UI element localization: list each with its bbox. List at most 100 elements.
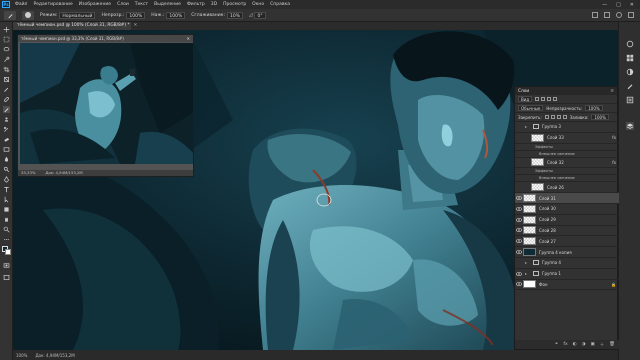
layer-row-selected[interactable]: Слой 31 [515, 193, 619, 204]
clone-stamp-tool-icon[interactable] [3, 116, 10, 123]
move-tool-icon[interactable] [3, 26, 10, 33]
healing-brush-tool-icon[interactable] [3, 96, 10, 103]
tool-preset-picker[interactable] [4, 10, 16, 20]
screen-mode-icon[interactable] [3, 274, 10, 281]
new-group-icon[interactable]: ▣ [591, 342, 595, 347]
more-tools-icon[interactable] [3, 236, 10, 243]
eye-icon[interactable] [515, 279, 523, 289]
layer-row[interactable]: ▸ Группа 3 [515, 122, 619, 133]
color-panel-icon[interactable] [626, 40, 634, 48]
zoom-value[interactable]: 100% [16, 353, 27, 358]
eye-icon[interactable] [515, 236, 523, 246]
menu-item-help[interactable]: Справка [267, 2, 293, 7]
layer-row[interactable]: Слой 30 [515, 204, 619, 215]
pen-tool-icon[interactable] [3, 176, 10, 183]
layer-opacity-field[interactable]: 100% [585, 105, 603, 111]
pressure-size-icon[interactable] [592, 12, 598, 18]
type-tool-icon[interactable] [3, 186, 10, 193]
adjustment-layer-icon[interactable]: ◑ [582, 342, 586, 347]
blur-tool-icon[interactable] [3, 156, 10, 163]
close-tab-icon[interactable]: ✕ [134, 23, 138, 28]
close-button[interactable]: ✕ [630, 2, 634, 8]
flow-field[interactable]: 100% [166, 11, 186, 19]
link-layers-icon[interactable]: ⚭ [555, 342, 559, 347]
floating-window-titlebar[interactable]: тёмный чемпион.psd @ 33,3% (Слой 31, RGB… [18, 35, 193, 42]
effects-row[interactable]: Эффекты [515, 144, 619, 151]
crop-tool-icon[interactable] [3, 66, 10, 73]
lock-all-icon[interactable] [562, 115, 567, 119]
menu-item-select[interactable]: Выделение [151, 2, 184, 7]
menu-item-image[interactable]: Изображение [76, 2, 114, 7]
layer-kind-filter[interactable]: Вид [518, 96, 533, 102]
layer-row[interactable]: Группа 4 копия [515, 247, 619, 258]
visibility-off-icon[interactable] [515, 122, 523, 132]
document-tab[interactable]: тёмный чемпион.psd @ 100% (Слой 31, RGB/… [13, 22, 137, 30]
effect-row[interactable]: Внешнее свечение [515, 151, 619, 158]
effects-row[interactable]: Эффекты [515, 168, 619, 176]
close-icon[interactable]: ✕ [187, 35, 193, 42]
search-icon[interactable] [616, 12, 622, 18]
expand-arrow-icon[interactable]: ▸ [525, 260, 527, 265]
brush-tool-icon[interactable] [3, 106, 10, 113]
eraser-tool-icon[interactable] [3, 136, 10, 143]
eye-icon[interactable] [515, 247, 523, 257]
menu-item-3d[interactable]: 3D [208, 2, 220, 7]
layers-panel-icon[interactable] [626, 122, 634, 130]
menu-item-edit[interactable]: Редактирование [30, 2, 75, 7]
swatches-panel-icon[interactable] [626, 54, 634, 62]
fill-field[interactable]: 100% [591, 114, 609, 120]
effect-row[interactable]: Внешнее свечение [515, 175, 619, 183]
adjustments-panel-icon[interactable] [626, 68, 634, 76]
brushes-panel-icon[interactable] [626, 82, 634, 90]
history-brush-tool-icon[interactable] [3, 126, 10, 133]
marquee-tool-icon[interactable] [3, 36, 10, 43]
menu-item-type[interactable]: Текст [132, 2, 151, 7]
layer-row[interactable]: Фон 🔒 [515, 280, 619, 291]
minimize-button[interactable]: — [602, 2, 607, 8]
delete-layer-icon[interactable]: 🗑 [609, 342, 615, 347]
filter-type-icon[interactable] [547, 97, 552, 101]
floating-zoom-value[interactable]: 33,33% [21, 170, 35, 176]
layer-row[interactable]: ▸ Группа 4 [515, 258, 619, 269]
dodge-tool-icon[interactable] [3, 166, 10, 173]
path-selection-tool-icon[interactable] [3, 196, 10, 203]
workspace-icon[interactable] [628, 12, 634, 18]
floating-document-window[interactable]: тёмный чемпион.psd @ 33,3% (Слой 31, RGB… [17, 34, 194, 177]
lock-pixels-icon[interactable] [550, 115, 555, 119]
filter-shape-icon[interactable] [553, 97, 558, 101]
eye-icon[interactable] [515, 193, 523, 203]
visibility-off-icon[interactable] [515, 182, 523, 192]
fx-badge[interactable]: fx [612, 135, 616, 140]
quick-select-tool-icon[interactable] [3, 56, 10, 63]
layer-row[interactable]: Слой 27 [515, 236, 619, 248]
quick-mask-icon[interactable] [3, 262, 10, 269]
visibility-off-icon[interactable] [515, 133, 523, 143]
angle-field[interactable]: 0° [254, 11, 267, 19]
expand-arrow-icon[interactable]: ▸ [525, 271, 527, 276]
layer-row[interactable]: Слой 29 [515, 215, 619, 226]
layer-row[interactable]: Слой 28 [515, 226, 619, 237]
add-style-icon[interactable]: fx [563, 342, 567, 347]
brush-preset-picker[interactable] [22, 10, 34, 20]
eye-icon[interactable] [515, 204, 523, 214]
eye-icon[interactable] [515, 215, 523, 225]
add-mask-icon[interactable]: ◐ [573, 342, 577, 347]
fx-badge[interactable]: fx [612, 160, 616, 165]
hand-tool-icon[interactable] [3, 216, 10, 223]
layer-row[interactable]: ▸ Группа 1 [515, 269, 619, 280]
shape-tool-icon[interactable] [3, 206, 10, 213]
menu-item-file[interactable]: Файл [12, 2, 30, 7]
lasso-tool-icon[interactable] [3, 46, 10, 53]
mode-select[interactable]: Нормальный [59, 11, 96, 19]
layer-row[interactable]: Слой 26 [515, 182, 619, 194]
eye-icon[interactable] [515, 225, 523, 235]
filter-pixel-icon[interactable] [535, 97, 540, 101]
visibility-off-icon[interactable] [515, 258, 523, 268]
expand-arrow-icon[interactable]: ▸ [525, 124, 527, 129]
layer-row[interactable]: Слой 33 fx [515, 133, 619, 144]
history-panel-icon[interactable] [626, 96, 634, 104]
opacity-field[interactable]: 100% [126, 11, 146, 19]
floating-window-preview[interactable] [20, 43, 193, 164]
lock-position-icon[interactable] [556, 115, 561, 119]
eyedropper-tool-icon[interactable] [3, 86, 10, 93]
